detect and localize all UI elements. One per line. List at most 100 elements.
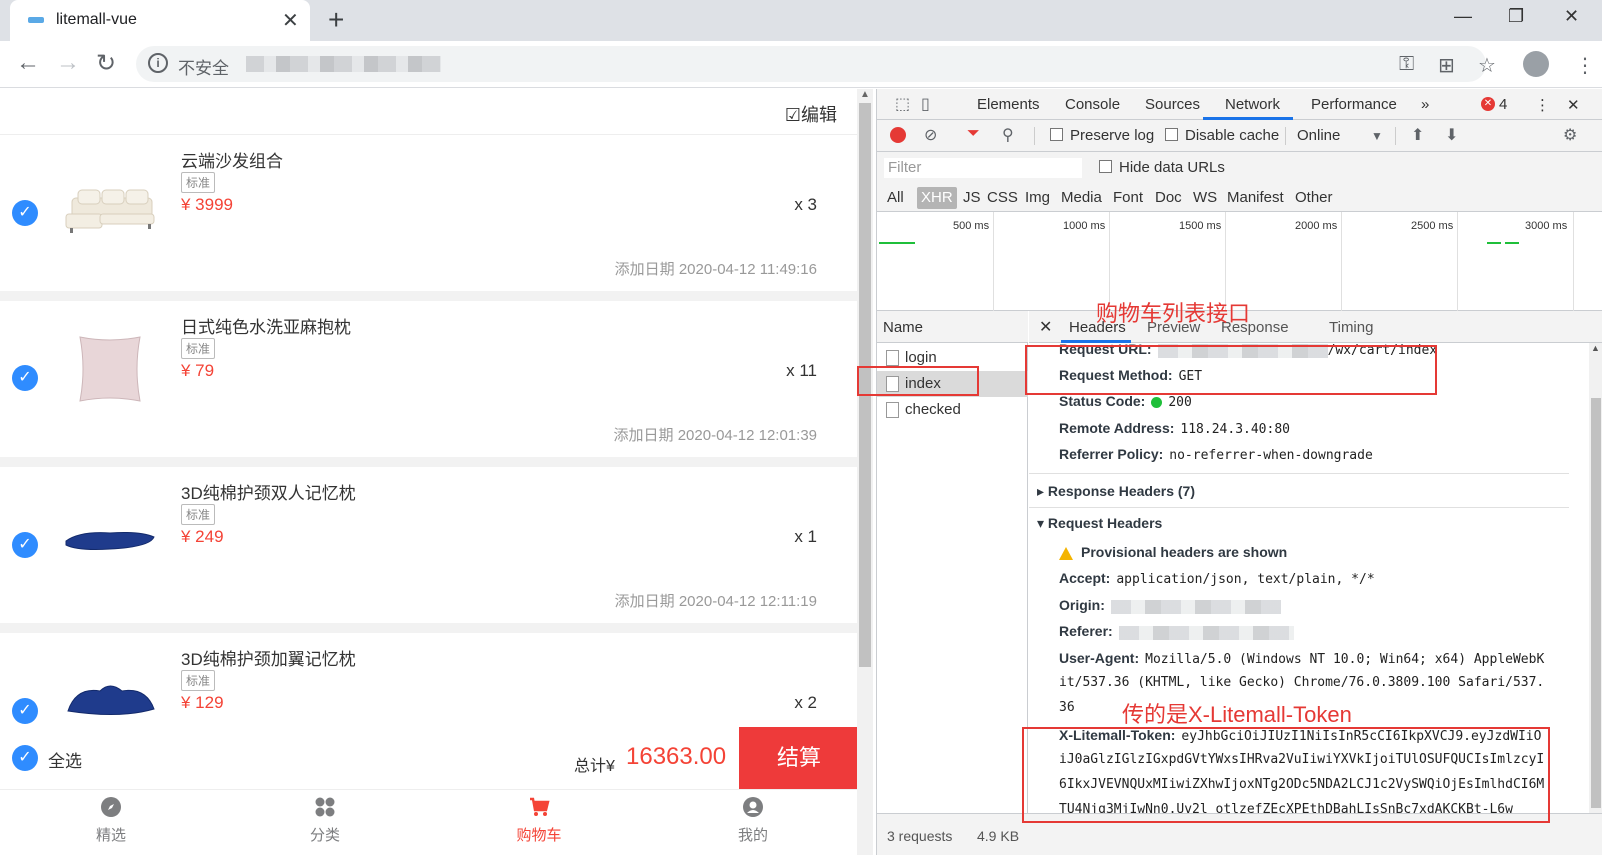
tab-timing[interactable]: Timing xyxy=(1329,319,1373,336)
type-img[interactable]: Img xyxy=(1025,189,1050,206)
name-column-header[interactable]: Name xyxy=(877,311,1028,343)
pillow-image xyxy=(79,336,141,402)
reload-icon[interactable]: ↻ xyxy=(96,49,116,78)
total-value: 16363.00 xyxy=(626,743,727,770)
annotation-box-token xyxy=(1022,727,1550,823)
type-css[interactable]: CSS xyxy=(987,189,1018,206)
tab-featured[interactable]: 精选 xyxy=(4,790,218,855)
user-agent-row: User-Agent: Mozilla/5.0 (Windows NT 10.0;… xyxy=(1059,650,1544,667)
inspect-icon[interactable]: ⬚ xyxy=(895,94,910,114)
tab-mine[interactable]: 我的 xyxy=(646,790,859,855)
warning-icon xyxy=(1059,547,1073,560)
select-all-checkbox[interactable]: ✓ xyxy=(12,745,38,771)
hide-data-urls-label[interactable]: Hide data URLs xyxy=(1119,159,1225,176)
edit-button[interactable]: ☑编辑 xyxy=(785,101,837,127)
select-all-label[interactable]: 全选 xyxy=(48,747,82,772)
divider xyxy=(0,457,857,467)
record-icon[interactable] xyxy=(890,127,906,143)
divider xyxy=(0,623,857,633)
disable-cache-checkbox[interactable] xyxy=(1165,128,1178,141)
device-toggle-icon[interactable]: ▯ xyxy=(921,94,930,114)
translate-icon[interactable]: ⊞ xyxy=(1438,53,1455,78)
chevron-down-icon[interactable]: ▼ xyxy=(1371,129,1383,143)
item-checkbox[interactable]: ✓ xyxy=(12,365,38,391)
tab-network[interactable]: Network xyxy=(1225,96,1280,113)
filter-input[interactable]: Filter xyxy=(883,157,1083,179)
filter-icon[interactable]: ⏷ xyxy=(967,125,980,143)
close-icon[interactable]: ✕ xyxy=(1564,6,1579,27)
type-doc[interactable]: Doc xyxy=(1155,189,1182,206)
page-scrollbar[interactable]: ▲ xyxy=(857,89,873,855)
request-headers-section[interactable]: ▾ Request Headers xyxy=(1037,515,1162,532)
tab-elements[interactable]: Elements xyxy=(977,96,1040,113)
header-key: Status Code: xyxy=(1059,393,1146,409)
timeline-bar xyxy=(1505,242,1519,244)
tab-category[interactable]: 分类 xyxy=(218,790,432,855)
item-checkbox[interactable]: ✓ xyxy=(12,698,38,724)
type-js[interactable]: JS xyxy=(963,189,981,206)
tab-console[interactable]: Console xyxy=(1065,96,1120,113)
hide-data-urls-checkbox[interactable] xyxy=(1099,160,1112,173)
disable-cache-label[interactable]: Disable cache xyxy=(1185,127,1279,144)
tab-close-icon[interactable]: ✕ xyxy=(282,8,299,33)
scroll-up-icon[interactable]: ▲ xyxy=(1591,343,1600,353)
timeline-label: 500 ms xyxy=(953,220,990,232)
detail-scrollbar[interactable]: ▲ xyxy=(1589,343,1602,813)
neck-pillow-image xyxy=(65,532,155,550)
forward-icon[interactable]: → xyxy=(56,49,80,77)
more-tabs-icon[interactable]: » xyxy=(1421,96,1429,113)
address-bar[interactable]: i 不安全 xyxy=(136,46,1486,82)
tab-cart[interactable]: 购物车 xyxy=(432,790,646,855)
info-icon[interactable]: i xyxy=(148,53,168,73)
cart-item: ✓ 3D纯棉护颈双人记忆枕 标准 ¥ 249 x 1 添加日期 2020-04-… xyxy=(0,467,857,623)
devtools-menu-icon[interactable]: ⋮ xyxy=(1535,96,1550,114)
error-count[interactable]: 4 xyxy=(1499,96,1507,113)
browser-tab[interactable]: litemall-vue ✕ xyxy=(10,0,310,41)
preserve-log-label[interactable]: Preserve log xyxy=(1070,127,1154,144)
preserve-log-checkbox[interactable] xyxy=(1050,128,1063,141)
type-font[interactable]: Font xyxy=(1113,189,1143,206)
tab-sources[interactable]: Sources xyxy=(1145,96,1200,113)
network-toolbar: ⊘ ⏷ ⚲ Preserve log Disable cache Online … xyxy=(877,120,1602,152)
detail-scrollbar-thumb[interactable] xyxy=(1591,398,1601,808)
type-manifest[interactable]: Manifest xyxy=(1227,189,1284,206)
clear-icon[interactable]: ⊘ xyxy=(924,125,937,145)
restore-icon[interactable]: ❐ xyxy=(1508,6,1524,27)
new-tab-icon[interactable]: + xyxy=(328,4,344,36)
user-agent-continuation: it/537.36 (KHTML, like Gecko) Chrome/76.… xyxy=(1059,675,1544,690)
type-xhr[interactable]: XHR xyxy=(917,187,957,209)
checkout-button[interactable]: 结算 xyxy=(739,727,859,789)
type-other[interactable]: Other xyxy=(1295,189,1333,206)
key-icon[interactable]: ⚿ xyxy=(1399,53,1414,76)
minimize-icon[interactable]: — xyxy=(1454,6,1472,27)
response-headers-section[interactable]: ▸ Response Headers (7) xyxy=(1037,483,1195,500)
scroll-up-icon[interactable]: ▲ xyxy=(860,89,870,100)
settings-gear-icon[interactable]: ⚙ xyxy=(1563,125,1577,145)
request-row[interactable]: checked xyxy=(877,397,1028,423)
menu-icon[interactable]: ⋮ xyxy=(1575,53,1595,78)
back-icon[interactable]: ← xyxy=(16,49,40,77)
error-icon[interactable]: ✕ xyxy=(1481,97,1495,111)
throttle-select[interactable]: Online xyxy=(1297,127,1340,144)
section-divider xyxy=(1029,473,1569,474)
annotation-box-index xyxy=(857,366,979,396)
search-icon[interactable]: ⚲ xyxy=(1002,125,1014,145)
timeline-gridline xyxy=(1341,212,1342,311)
item-checkbox[interactable]: ✓ xyxy=(12,532,38,558)
type-filter-row: All XHR JS CSS Img Media Font Doc WS Man… xyxy=(877,184,1602,212)
profile-avatar-icon[interactable] xyxy=(1523,51,1549,77)
item-name: 云端沙发组合 xyxy=(181,152,283,171)
item-date: 添加日期 2020-04-12 12:01:39 xyxy=(613,427,817,444)
star-icon[interactable]: ☆ xyxy=(1478,53,1496,78)
tab-performance[interactable]: Performance xyxy=(1311,96,1397,113)
type-all[interactable]: All xyxy=(887,189,904,206)
detail-close-icon[interactable]: ✕ xyxy=(1039,317,1052,337)
annotation-cart-api: 购物车列表接口 xyxy=(1096,301,1251,326)
item-checkbox[interactable]: ✓ xyxy=(12,200,38,226)
type-media[interactable]: Media xyxy=(1061,189,1102,206)
devtools-close-icon[interactable]: ✕ xyxy=(1567,96,1580,114)
import-icon[interactable]: ⬆ xyxy=(1411,125,1424,145)
type-ws[interactable]: WS xyxy=(1193,189,1217,206)
export-icon[interactable]: ⬇ xyxy=(1445,125,1458,145)
blurred-url xyxy=(246,56,441,72)
